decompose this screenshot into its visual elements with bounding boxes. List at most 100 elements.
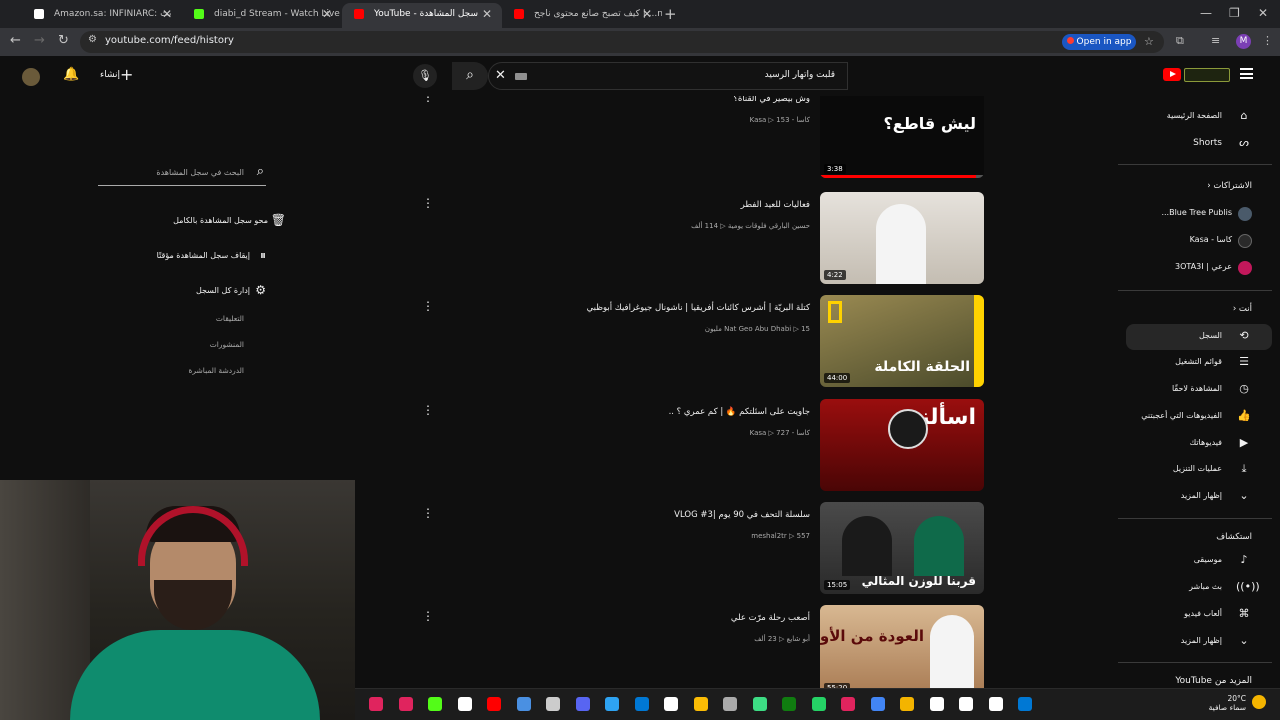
back-icon[interactable]: ← xyxy=(10,33,21,48)
more-actions-icon[interactable]: ⋮ xyxy=(422,609,434,623)
sidebar-item-gaming[interactable]: ⌘ ألعاب فيديو xyxy=(1118,604,1280,626)
taskbar-app-icon[interactable] xyxy=(723,697,737,711)
media-controls-icon[interactable]: ≡ xyxy=(1211,34,1220,47)
video-thumbnail[interactable]: الحلقة الكاملة 44:00 xyxy=(820,295,984,387)
guide-menu-icon[interactable] xyxy=(1240,68,1253,79)
notifications-bell-icon[interactable]: 🔔 xyxy=(63,67,79,82)
taskbar-app-icon[interactable] xyxy=(870,697,885,711)
video-title[interactable]: كتلة البريّة | أشرس كائنات أفريقيا | ناش… xyxy=(587,303,810,313)
video-title[interactable]: فعاليات للعيد الفطر xyxy=(741,200,810,210)
video-thumbnail[interactable]: اسألني xyxy=(820,399,984,491)
profile-avatar[interactable]: M xyxy=(1236,34,1251,49)
sidebar-item-show-more[interactable]: ⌄ إظهار المزيد xyxy=(1118,631,1280,653)
more-actions-icon[interactable]: ⋮ xyxy=(422,506,434,520)
clear-history-button[interactable]: 🗑 محو سجل المشاهدة بالكامل xyxy=(173,213,286,227)
taskbar-app-icon[interactable] xyxy=(516,697,531,711)
taskbar-app-icon[interactable] xyxy=(369,697,383,711)
taskbar-app-icon[interactable] xyxy=(428,697,442,711)
taskbar-app-icon[interactable] xyxy=(811,697,826,711)
create-button[interactable]: إنشاء + xyxy=(96,65,136,87)
taskbar-app-icon[interactable] xyxy=(929,697,944,711)
video-title[interactable]: سلسلة التحف في 90 يوم |VLOG #3 xyxy=(674,510,810,520)
search-button[interactable]: ⌕ xyxy=(452,62,488,90)
sidebar-item-live[interactable]: ((•)) بث مباشر xyxy=(1118,577,1280,599)
sidebar-item-music[interactable]: ♪ موسيقى xyxy=(1118,550,1280,572)
history-search-input[interactable]: البحث في سجل المشاهدة ⌕ xyxy=(98,160,266,186)
voice-search-button[interactable]: 🎙 xyxy=(413,64,437,88)
taskbar-app-icon[interactable] xyxy=(841,697,855,711)
keyboard-icon[interactable] xyxy=(515,73,527,80)
site-info-icon[interactable]: ⚙ xyxy=(88,34,97,45)
video-item[interactable]: 4:22 فعاليات للعيد الفطر حسين البارقي فل… xyxy=(410,192,990,286)
sidebar-item-playlists[interactable]: ☰ قوائم التشغيل xyxy=(1118,352,1280,374)
taskbar-app-icon[interactable] xyxy=(1018,697,1032,711)
account-avatar[interactable] xyxy=(22,68,40,86)
manage-history-button[interactable]: ⚙ إدارة كل السجل xyxy=(196,283,266,297)
channel-name[interactable]: أبو شايع xyxy=(787,635,810,643)
taskbar-app-icon[interactable] xyxy=(664,697,678,711)
open-in-app-button[interactable]: Open in app xyxy=(1062,34,1136,50)
tab-youtube-history[interactable]: YouTube - سجل المشاهدة ✕ xyxy=(342,3,502,28)
more-actions-icon[interactable]: ⋮ xyxy=(422,403,434,417)
taskbar-app-icon[interactable] xyxy=(900,697,914,711)
video-thumbnail[interactable]: العودة من الأوسكار 55:20 xyxy=(820,605,984,697)
comments-link[interactable]: التعليقات xyxy=(216,314,244,323)
sidebar-item-home[interactable]: ⌂ الصفحة الرئيسية xyxy=(1118,106,1280,128)
taskbar-app-icon[interactable] xyxy=(546,697,560,711)
video-item[interactable]: العودة من الأوسكار 55:20 أصعب رحلة مرّت … xyxy=(410,605,990,699)
subscriptions-heading[interactable]: الاشتراكات ‹ xyxy=(1207,181,1252,191)
live-chat-link[interactable]: الدردشة المباشرة xyxy=(188,366,244,375)
tab-youtube-video[interactable]: كيف تصبح صانع محتوى ناجح | ...ne ✕ xyxy=(502,3,662,28)
close-tab-icon[interactable]: ✕ xyxy=(482,3,492,25)
taskbar-app-icon[interactable] xyxy=(959,697,973,711)
close-tab-icon[interactable]: ✕ xyxy=(162,3,172,25)
video-thumbnail[interactable]: ليش قاطع؟ 3:38 xyxy=(820,96,984,178)
taskbar-app-icon[interactable] xyxy=(398,697,413,711)
posts-link[interactable]: المنشورات xyxy=(210,340,244,349)
sidebar-item-watch-later[interactable]: ◷ المشاهدة لاحقًا xyxy=(1118,379,1280,401)
video-thumbnail[interactable]: 4:22 xyxy=(820,192,984,284)
taskbar-app-icon[interactable] xyxy=(634,697,649,711)
channel-name[interactable]: حسين البارقي فلوقات يومية xyxy=(728,222,810,230)
close-tab-icon[interactable]: ✕ xyxy=(322,3,332,25)
video-item[interactable]: الحلقة الكاملة 44:00 كتلة البريّة | أشرس… xyxy=(410,295,990,389)
sidebar-item-liked[interactable]: 👍 الفيديوهات التي أعجبتني xyxy=(1118,406,1280,428)
you-heading[interactable]: أنت ‹ xyxy=(1233,304,1252,314)
subscription-item[interactable]: عرعي | 3OTA3I xyxy=(1118,257,1280,279)
channel-name[interactable]: meshal2tr xyxy=(751,532,787,540)
search-input[interactable]: قلبت واتهار الرسيد ✕ xyxy=(488,62,848,90)
sidebar-item-show-more[interactable]: ⌄ إظهار المزيد xyxy=(1118,486,1280,508)
taskbar-app-icon[interactable] xyxy=(487,697,501,711)
video-item[interactable]: قربنا للوزن المثالي 15:05 سلسلة التحف في… xyxy=(410,502,990,596)
taskbar-app-icon[interactable] xyxy=(693,697,708,711)
video-item[interactable]: ليش قاطع؟ 3:38 وش بيصير في القناة؟ كاسا … xyxy=(410,96,990,180)
weather-widget[interactable]: 20°C سماء صافية xyxy=(1198,694,1246,712)
taskbar-app-icon[interactable] xyxy=(752,697,767,711)
youtube-doodle-logo[interactable] xyxy=(1184,68,1230,82)
close-window-icon[interactable]: ✕ xyxy=(1258,6,1268,20)
taskbar-app-icon[interactable] xyxy=(575,697,590,711)
new-tab-icon[interactable]: + xyxy=(664,5,677,23)
maximize-icon[interactable]: ❐ xyxy=(1229,6,1240,20)
sidebar-item-shorts[interactable]: ᔕ Shorts xyxy=(1118,133,1280,155)
channel-name[interactable]: Nat Geo Abu Dhabi xyxy=(724,325,791,333)
video-item[interactable]: اسألني جاويت على اسئلتكم 🔥 | كم عمري ؟ .… xyxy=(410,399,990,493)
tab-amazon[interactable]: Amazon.sa: INFINIARC: بث ✕ xyxy=(22,3,182,28)
more-actions-icon[interactable]: ⋮ xyxy=(422,96,434,104)
taskbar-app-icon[interactable] xyxy=(457,697,472,711)
more-actions-icon[interactable]: ⋮ xyxy=(422,299,434,313)
youtube-logo-icon[interactable] xyxy=(1163,68,1181,81)
pause-history-button[interactable]: ⏸ إيقاف سجل المشاهدة مؤقتًا xyxy=(157,248,266,262)
more-actions-icon[interactable]: ⋮ xyxy=(422,196,434,210)
close-tab-icon[interactable]: ✕ xyxy=(642,3,652,25)
subscription-item[interactable]: Blue Tree Publis... xyxy=(1118,203,1280,225)
bookmark-star-icon[interactable]: ☆ xyxy=(1144,35,1154,48)
video-title[interactable]: جاويت على اسئلتكم 🔥 | كم عمري ؟ .. xyxy=(669,407,810,417)
clear-search-icon[interactable]: ✕ xyxy=(495,68,506,83)
video-thumbnail[interactable]: قربنا للوزن المثالي 15:05 xyxy=(820,502,984,594)
taskbar-app-icon[interactable] xyxy=(988,697,1003,711)
sidebar-item-downloads[interactable]: ⤓ عمليات التنزيل xyxy=(1118,459,1280,481)
sidebar-item-your-videos[interactable]: ▶ فيديوهاتك xyxy=(1118,433,1280,455)
tab-kick[interactable]: diabi_d Stream - Watch Live on ✕ xyxy=(182,3,342,28)
sidebar-item-history[interactable]: ⟲ السجل xyxy=(1126,324,1272,350)
